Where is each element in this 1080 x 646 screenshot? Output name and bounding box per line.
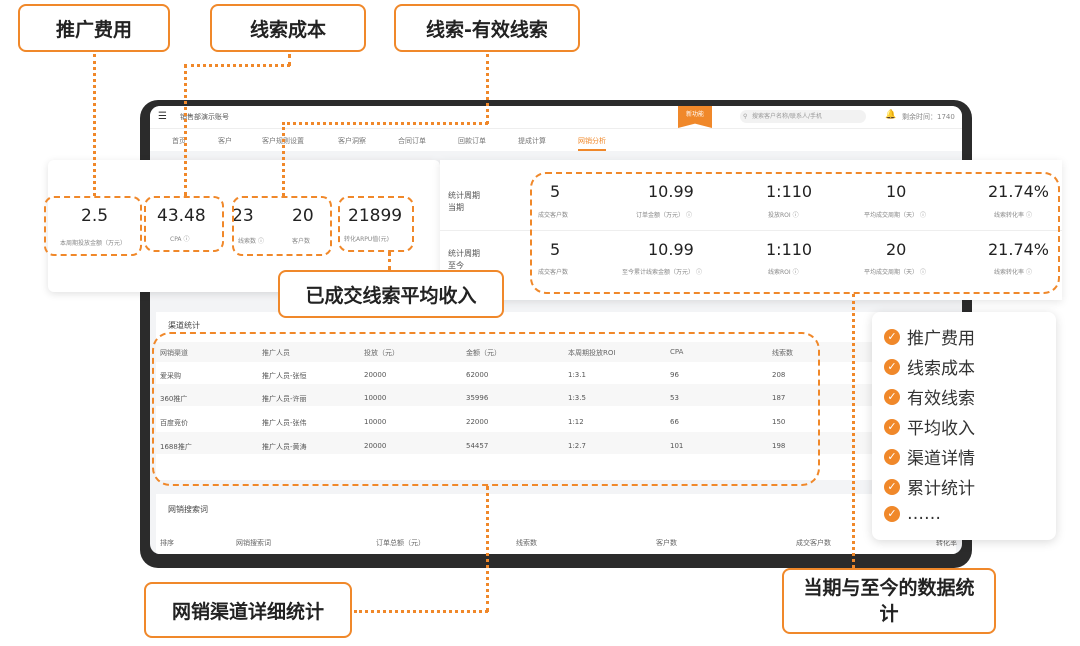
keyword-panel: 网销搜索词 排序 网销搜索词 订单总额（元） 线索数 客户数 成交客户数 转化率 [156, 494, 957, 554]
checklist-item: ✓ 平均收入 [884, 414, 975, 439]
callout-channel-detail: 网销渠道详细统计 [144, 582, 352, 638]
app-title: 销售部演示账号 [180, 113, 229, 121]
connector-cost-c [184, 64, 187, 196]
tab-payment-orders[interactable]: 回款订单 [458, 136, 486, 146]
user-info: 剩余时间：1740 [902, 113, 955, 121]
tab-online-sales-analysis[interactable]: 网销分析 [578, 136, 606, 151]
highlight-period [530, 172, 1060, 294]
checklist-item: ✓ 线索成本 [884, 354, 975, 379]
checklist-item: ✓ 推广费用 [884, 324, 975, 349]
checklist-item: ✓…… [884, 504, 941, 524]
search-placeholder: 搜索客户名称/联系人/手机 [752, 113, 823, 120]
check-icon: ✓ [884, 388, 900, 405]
checklist-item: ✓ 有效线索 [884, 384, 975, 409]
search-input[interactable]: ⚲ 搜索客户名称/联系人/手机 [740, 110, 866, 123]
callout-lead-cost: 线索成本 [210, 4, 366, 52]
keyword-table-title: 网销搜索词 [168, 505, 208, 514]
highlight-spend [44, 196, 142, 256]
new-feature-ribbon[interactable]: 新功能 [678, 106, 712, 128]
col-keyword[interactable]: 网销搜索词 [236, 538, 271, 548]
check-icon: ✓ [884, 478, 900, 495]
col-customers[interactable]: 客户数 [656, 538, 677, 548]
connector-channel-a [486, 486, 489, 612]
connector-leads-b [282, 122, 488, 125]
col-order-total[interactable]: 订单总额（元） [376, 538, 425, 548]
connector-period [852, 294, 855, 568]
check-icon: ✓ [884, 448, 900, 465]
callout-period-stats: 当期与至今的数据统计 [782, 568, 996, 634]
check-icon: ✓ [884, 328, 900, 345]
check-icon: ✓ [884, 418, 900, 435]
channel-table-title: 渠道统计 [168, 321, 200, 330]
period-current-label: 统计周期 当期 [448, 191, 480, 212]
check-icon: ✓ [884, 506, 900, 522]
checklist-item: ✓ 渠道详情 [884, 444, 975, 469]
feature-checklist: ✓ 推广费用 ✓ 线索成本 ✓ 有效线索 ✓ 平均收入 ✓ 渠道详情 ✓ 累计统计 ✓…… [872, 312, 1056, 540]
connector-spend [93, 54, 96, 196]
connector-cost-b [184, 64, 290, 67]
col-keyword-leads[interactable]: 线索数 [516, 538, 537, 548]
tab-contract-orders[interactable]: 合同订单 [398, 136, 426, 146]
highlight-cpa [144, 196, 224, 252]
nav-tabs: 首页 客户 客户规则设置 客户洞察 合同订单 回款订单 提成计算 网销分析 [150, 129, 962, 151]
highlight-channel-table [152, 332, 820, 486]
connector-leads-c [282, 122, 285, 196]
col-deal-customers[interactable]: 成交客户数 [796, 538, 831, 548]
tab-customer-insight[interactable]: 客户洞察 [338, 136, 366, 146]
callout-avg-income: 已成交线索平均收入 [278, 270, 504, 318]
check-icon: ✓ [884, 358, 900, 375]
connector-leads-a [486, 54, 489, 124]
bell-icon[interactable]: 🔔 [885, 110, 896, 120]
search-icon: ⚲ [743, 113, 748, 120]
highlight-arpu [338, 196, 414, 252]
hamburger-icon[interactable]: ☰ [158, 111, 167, 122]
connector-arpu [388, 252, 391, 270]
checklist-item: ✓ 累计统计 [884, 474, 975, 499]
top-bar: ☰ 销售部演示账号 新功能 ⚲ 搜索客户名称/联系人/手机 🔔 剩余时间：174… [150, 106, 962, 129]
tab-commission[interactable]: 提成计算 [518, 136, 546, 146]
callout-promotion-fee: 推广费用 [18, 4, 170, 52]
col-rank[interactable]: 排序 [160, 538, 174, 548]
highlight-leads [232, 196, 332, 256]
tab-customers[interactable]: 客户 [218, 136, 232, 146]
period-total-label: 统计周期 至今 [448, 249, 480, 270]
connector-channel-b [354, 610, 488, 613]
callout-valid-leads: 线索-有效线索 [394, 4, 580, 52]
